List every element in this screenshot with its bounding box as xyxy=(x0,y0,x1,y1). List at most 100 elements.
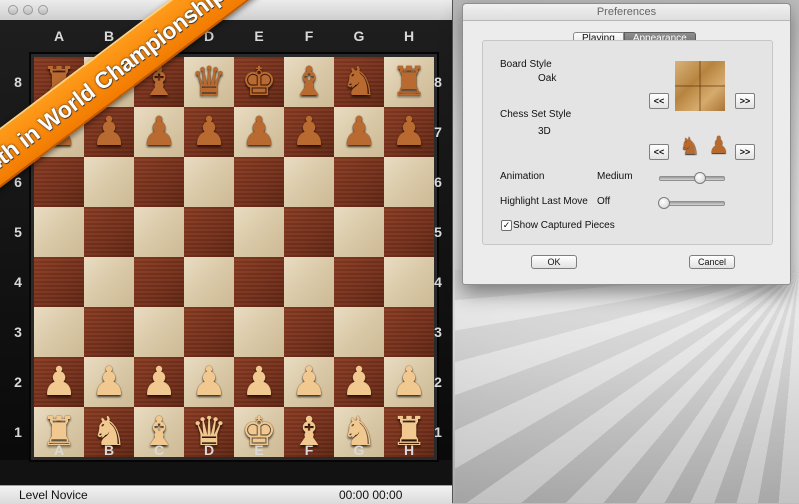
square-d2[interactable]: ♟ xyxy=(184,357,234,407)
chess-set-value: 3D xyxy=(538,126,551,137)
square-g2[interactable]: ♟ xyxy=(334,357,384,407)
square-h5[interactable] xyxy=(384,207,434,257)
square-b5[interactable] xyxy=(84,207,134,257)
square-c2[interactable]: ♟ xyxy=(134,357,184,407)
white-pawn-icon[interactable]: ♟ xyxy=(334,357,384,407)
square-a3[interactable] xyxy=(34,307,84,357)
square-h7[interactable]: ♟ xyxy=(384,107,434,157)
square-c3[interactable] xyxy=(134,307,184,357)
black-pawn-icon[interactable]: ♟ xyxy=(234,107,284,157)
chess-set-label: Chess Set Style xyxy=(500,109,572,120)
desktop-background-rays xyxy=(455,270,799,503)
square-g8[interactable]: ♞ xyxy=(334,57,384,107)
square-h2[interactable]: ♟ xyxy=(384,357,434,407)
square-d7[interactable]: ♟ xyxy=(184,107,234,157)
rank-label-right-5: 5 xyxy=(434,224,442,240)
square-e5[interactable] xyxy=(234,207,284,257)
square-a6[interactable] xyxy=(34,157,84,207)
white-pawn-icon[interactable]: ♟ xyxy=(34,357,84,407)
square-d5[interactable] xyxy=(184,207,234,257)
square-c4[interactable] xyxy=(134,257,184,307)
white-pawn-icon[interactable]: ♟ xyxy=(234,357,284,407)
square-e6[interactable] xyxy=(234,157,284,207)
square-h4[interactable] xyxy=(384,257,434,307)
white-pawn-icon[interactable]: ♟ xyxy=(384,357,434,407)
close-window-button[interactable] xyxy=(8,5,18,15)
square-h3[interactable] xyxy=(384,307,434,357)
square-g7[interactable]: ♟ xyxy=(334,107,384,157)
square-g6[interactable] xyxy=(334,157,384,207)
square-b6[interactable] xyxy=(84,157,134,207)
preferences-title: Preferences xyxy=(463,4,790,21)
square-c5[interactable] xyxy=(134,207,184,257)
square-a4[interactable] xyxy=(34,257,84,307)
cancel-button[interactable]: Cancel xyxy=(689,255,735,269)
black-king-icon[interactable]: ♚ xyxy=(234,57,284,107)
white-pawn-icon[interactable]: ♟ xyxy=(184,357,234,407)
square-f8[interactable]: ♝ xyxy=(284,57,334,107)
square-f6[interactable] xyxy=(284,157,334,207)
file-label-bottom-d: D xyxy=(203,442,215,458)
rank-label-right-6: 6 xyxy=(434,174,442,190)
rank-label-right-2: 2 xyxy=(434,374,442,390)
square-g4[interactable] xyxy=(334,257,384,307)
black-knight-icon[interactable]: ♞ xyxy=(334,57,384,107)
square-f5[interactable] xyxy=(284,207,334,257)
square-b4[interactable] xyxy=(84,257,134,307)
black-pawn-icon[interactable]: ♟ xyxy=(134,107,184,157)
square-e8[interactable]: ♚ xyxy=(234,57,284,107)
ok-button[interactable]: OK xyxy=(531,255,577,269)
animation-label: Animation xyxy=(500,171,545,182)
square-c6[interactable] xyxy=(134,157,184,207)
square-e2[interactable]: ♟ xyxy=(234,357,284,407)
white-pawn-icon[interactable]: ♟ xyxy=(134,357,184,407)
square-f2[interactable]: ♟ xyxy=(284,357,334,407)
square-d6[interactable] xyxy=(184,157,234,207)
chess-set-next-button[interactable]: >> xyxy=(735,144,755,160)
square-g3[interactable] xyxy=(334,307,384,357)
black-queen-icon[interactable]: ♛ xyxy=(184,57,234,107)
rank-label-left-1: 1 xyxy=(14,424,22,440)
black-rook-icon[interactable]: ♜ xyxy=(384,57,434,107)
square-e3[interactable] xyxy=(234,307,284,357)
square-b3[interactable] xyxy=(84,307,134,357)
show-captured-checkbox[interactable]: ✓ xyxy=(501,220,512,231)
zoom-window-button[interactable] xyxy=(38,5,48,15)
white-pawn-icon[interactable]: ♟ xyxy=(284,357,334,407)
white-pawn-icon[interactable]: ♟ xyxy=(84,357,134,407)
status-bar: Level Novice 00:00 00:00 xyxy=(0,485,452,504)
square-a5[interactable] xyxy=(34,207,84,257)
square-h8[interactable]: ♜ xyxy=(384,57,434,107)
chess-set-prev-button[interactable]: << xyxy=(649,144,669,160)
black-pawn-icon[interactable]: ♟ xyxy=(184,107,234,157)
square-d4[interactable] xyxy=(184,257,234,307)
square-h6[interactable] xyxy=(384,157,434,207)
square-g5[interactable] xyxy=(334,207,384,257)
file-label-bottom-g: G xyxy=(353,442,365,458)
square-a2[interactable]: ♟ xyxy=(34,357,84,407)
animation-slider-track[interactable] xyxy=(659,176,725,181)
black-pawn-icon[interactable]: ♟ xyxy=(334,107,384,157)
board-style-preview xyxy=(675,61,725,111)
board-style-next-button[interactable]: >> xyxy=(735,93,755,109)
minimize-window-button[interactable] xyxy=(23,5,33,15)
square-d3[interactable] xyxy=(184,307,234,357)
animation-value: Medium xyxy=(597,171,633,182)
file-label-top-e: E xyxy=(254,28,264,44)
square-f7[interactable]: ♟ xyxy=(284,107,334,157)
square-f3[interactable] xyxy=(284,307,334,357)
black-pawn-icon[interactable]: ♟ xyxy=(384,107,434,157)
black-bishop-icon[interactable]: ♝ xyxy=(284,57,334,107)
square-f4[interactable] xyxy=(284,257,334,307)
rank-label-left-4: 4 xyxy=(14,274,22,290)
show-captured-label: Show Captured Pieces xyxy=(513,220,615,231)
board-style-prev-button[interactable]: << xyxy=(649,93,669,109)
square-b2[interactable]: ♟ xyxy=(84,357,134,407)
level-label: Level Novice xyxy=(19,488,88,502)
square-d8[interactable]: ♛ xyxy=(184,57,234,107)
square-e7[interactable]: ♟ xyxy=(234,107,284,157)
black-pawn-icon[interactable]: ♟ xyxy=(284,107,334,157)
highlight-slider-knob[interactable] xyxy=(658,197,670,209)
square-e4[interactable] xyxy=(234,257,284,307)
square-c7[interactable]: ♟ xyxy=(134,107,184,157)
